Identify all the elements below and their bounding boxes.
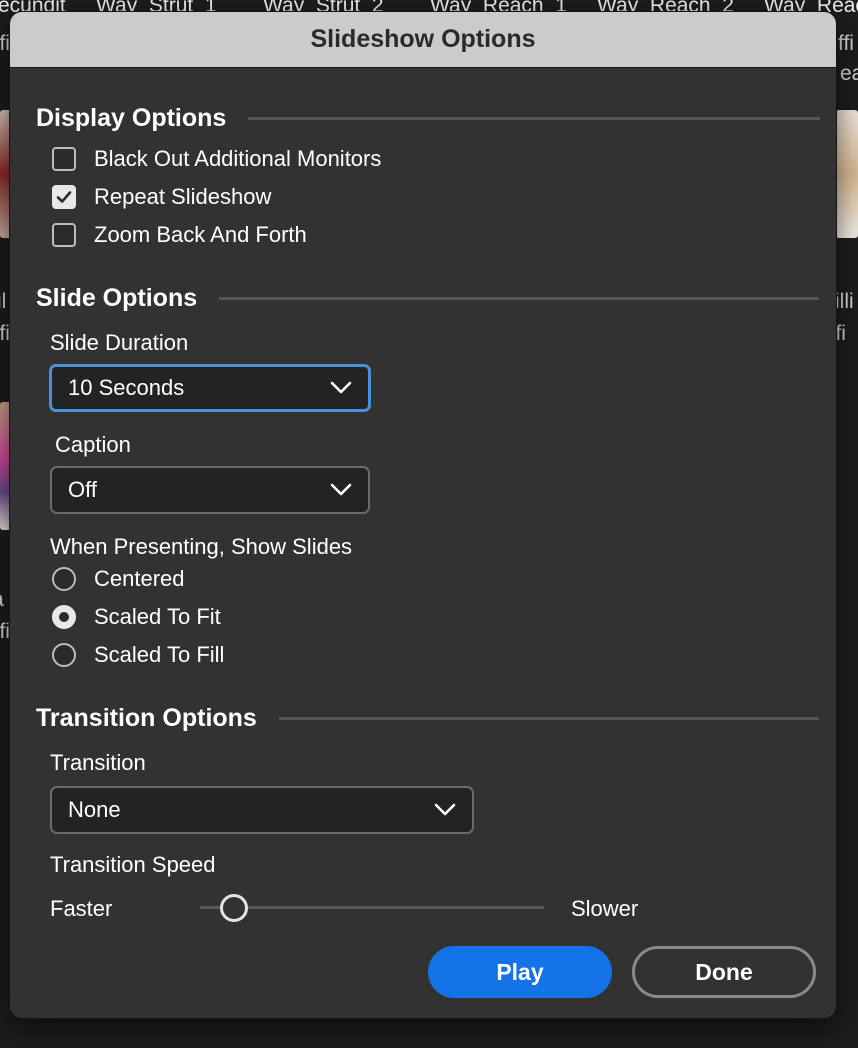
show-slides-label: When Presenting, Show Slides [50, 534, 353, 559]
thumbnail-sublabel: ffi [838, 32, 854, 55]
scaled-to-fit-radio[interactable] [52, 605, 76, 629]
transition-speed-label: Transition Speed [50, 852, 216, 877]
thumbnail-sublabel: ffi [0, 32, 10, 55]
slide-duration-label: Slide Duration [50, 330, 189, 355]
black-out-monitors-checkbox[interactable] [52, 147, 76, 171]
section-divider [219, 297, 820, 300]
centered-radio[interactable] [52, 567, 76, 591]
transition-label: Transition [50, 750, 146, 775]
slideshow-options-dialog: Slideshow Options Display Options Black … [10, 12, 836, 1018]
transition-speed-slider-thumb[interactable] [220, 894, 249, 922]
slide-duration-select[interactable]: 10 Seconds [49, 364, 371, 412]
select-value: None [68, 797, 121, 822]
radio-label: Scaled To Fill [94, 642, 225, 667]
scaled-to-fill-option[interactable]: Scaled To Fill [52, 642, 224, 668]
select-value: Off [68, 477, 97, 502]
transition-select[interactable]: None [50, 786, 474, 834]
checkbox-label: Repeat Slideshow [94, 184, 272, 209]
done-button[interactable]: Done [632, 946, 816, 998]
slide-options-section: Slide Options [36, 284, 820, 313]
dialog-title: Slideshow Options [10, 12, 836, 68]
select-value: 10 Seconds [68, 375, 185, 400]
chevron-down-icon [434, 803, 456, 816]
repeat-slideshow-option[interactable]: Repeat Slideshow [52, 184, 271, 210]
thumbnail-image[interactable] [836, 110, 858, 238]
black-out-monitors-option[interactable]: Black Out Additional Monitors [52, 146, 381, 172]
section-heading: Transition Options [36, 704, 257, 732]
scaled-to-fit-option[interactable]: Scaled To Fit [52, 604, 221, 630]
speed-slower-label: Slower [571, 896, 639, 921]
radio-label: Centered [94, 566, 185, 591]
transition-options-section: Transition Options [36, 704, 819, 733]
thumbnail-sublabel: ea [840, 62, 858, 85]
radio-label: Scaled To Fit [94, 604, 221, 629]
transition-speed-slider-track[interactable] [200, 906, 544, 909]
section-divider [248, 117, 821, 120]
checkbox-label: Black Out Additional Monitors [94, 146, 382, 171]
zoom-back-forth-option[interactable]: Zoom Back And Forth [52, 222, 307, 248]
thumbnail-sublabel: a [0, 588, 4, 612]
thumbnail-sublabel: ul [0, 290, 7, 313]
thumbnail-sublabel: ffi [0, 620, 10, 643]
thumbnail-sublabel: ffi [0, 322, 10, 345]
radio-dot [59, 612, 69, 622]
chevron-down-icon [330, 381, 352, 394]
display-options-section: Display Options [36, 104, 821, 133]
repeat-slideshow-checkbox[interactable] [52, 185, 76, 209]
centered-option[interactable]: Centered [52, 566, 185, 592]
check-icon [56, 191, 72, 203]
play-button[interactable]: Play [428, 946, 612, 998]
section-heading: Slide Options [36, 284, 198, 312]
speed-faster-label: Faster [50, 896, 113, 921]
caption-select[interactable]: Off [50, 466, 370, 514]
caption-label: Caption [55, 432, 131, 457]
chevron-down-icon [330, 483, 352, 496]
section-heading: Display Options [36, 104, 227, 132]
zoom-back-forth-checkbox[interactable] [52, 223, 76, 247]
checkbox-label: Zoom Back And Forth [94, 222, 307, 247]
scaled-to-fill-radio[interactable] [52, 643, 76, 667]
section-divider [278, 717, 819, 720]
